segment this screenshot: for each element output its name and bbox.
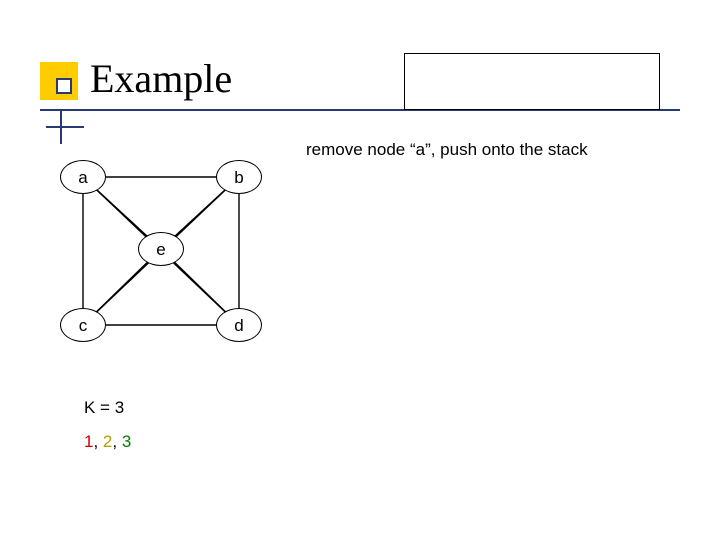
page-title: Example [90, 55, 232, 102]
node-label: d [234, 317, 243, 334]
sep: , [112, 432, 121, 451]
color-2: 2 [103, 432, 112, 451]
graph-edges [60, 160, 280, 380]
color-3: 3 [122, 432, 131, 451]
step-caption: remove node “a”, push onto the stack [306, 140, 588, 160]
node-label: e [156, 241, 165, 258]
title-bullet-box-icon [56, 78, 72, 94]
sep: , [93, 432, 102, 451]
k-label: K = 3 [84, 398, 124, 418]
node-b: b [216, 160, 262, 194]
stack-box [404, 53, 660, 110]
node-e: e [138, 232, 184, 266]
node-c: c [60, 308, 106, 342]
color-legend: 1, 2, 3 [84, 432, 131, 452]
node-label: c [79, 317, 88, 334]
graph: a b e c d [60, 160, 280, 380]
title-bullet-tick-h [46, 126, 84, 128]
node-d: d [216, 308, 262, 342]
node-label: a [78, 169, 87, 186]
slide: Example remove node “a”, push onto the s… [0, 0, 720, 540]
node-a: a [60, 160, 106, 194]
node-label: b [234, 169, 243, 186]
title-bullet-tick-v [60, 110, 62, 144]
